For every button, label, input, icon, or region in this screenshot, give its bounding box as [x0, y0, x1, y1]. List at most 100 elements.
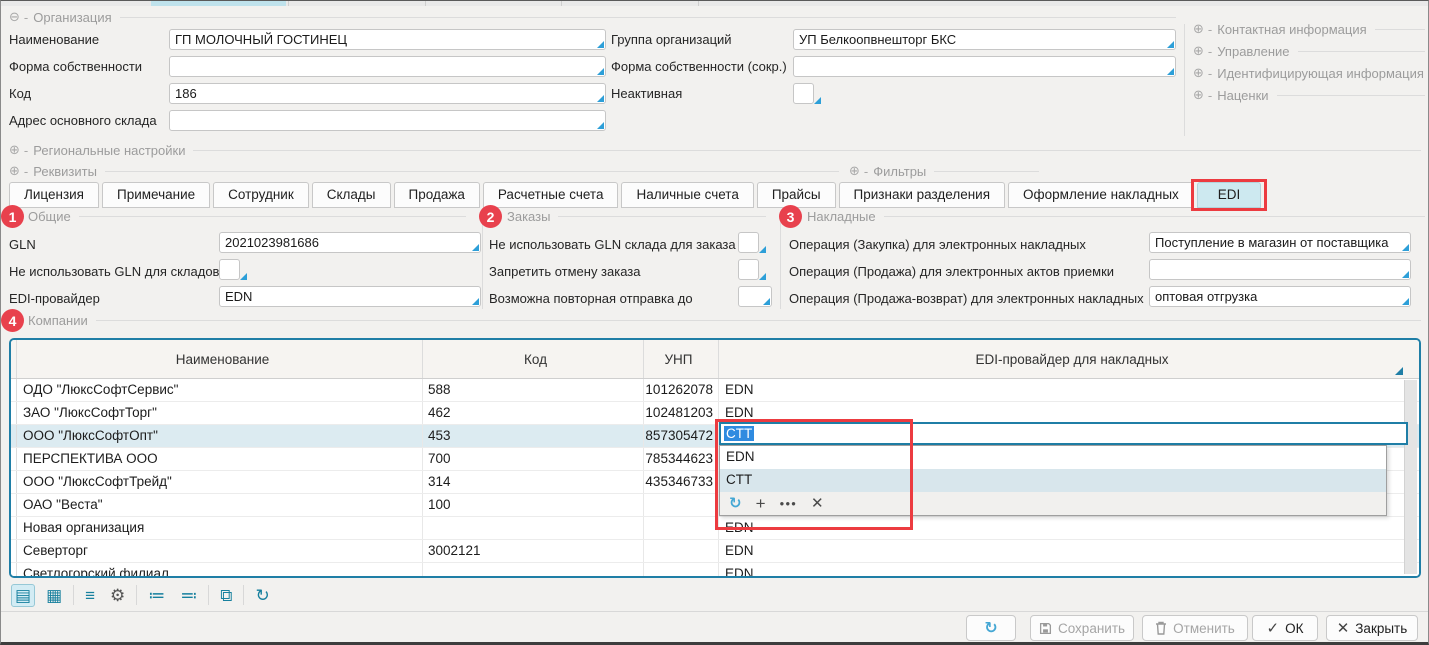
- cell-edi-provider[interactable]: EDN: [719, 379, 1419, 401]
- add-icon[interactable]: +: [756, 495, 766, 512]
- more-icon[interactable]: ●●●: [780, 500, 798, 508]
- no-gln-checkbox[interactable]: [219, 259, 240, 280]
- list-view-icon[interactable]: ▤: [11, 584, 35, 607]
- add-to-list-icon[interactable]: ≕: [176, 584, 201, 607]
- cell-unp[interactable]: [644, 563, 719, 578]
- column-header-name[interactable]: Наименование: [17, 340, 423, 378]
- deny-cancel-checkbox[interactable]: [738, 259, 759, 280]
- ok-button[interactable]: ✓ ОК: [1252, 615, 1318, 641]
- reload-icon[interactable]: ↻: [251, 584, 273, 607]
- side-section-identification[interactable]: ⊕ - Идентифицирующая информация: [1193, 65, 1425, 81]
- tab-invoice-layout[interactable]: Оформление накладных: [1008, 182, 1194, 208]
- cell-unp[interactable]: 102481203: [644, 402, 719, 424]
- expand-icon[interactable]: ⊕: [1193, 43, 1204, 59]
- cell-unp[interactable]: 857305472: [644, 425, 719, 447]
- ownership-short-field[interactable]: [793, 56, 1176, 77]
- expand-icon[interactable]: ⊕: [849, 163, 860, 179]
- cell-name[interactable]: ООО "ЛюксСофтТрейд": [17, 471, 423, 493]
- expand-icon[interactable]: ⊕: [9, 142, 20, 158]
- cell-name[interactable]: ОАО "Веста": [17, 494, 423, 516]
- cell-unp[interactable]: 101262078: [644, 379, 719, 401]
- open-external-icon[interactable]: ⧉: [216, 584, 236, 607]
- section-header-regional[interactable]: ⊕ - Региональные настройки: [9, 142, 1421, 158]
- cell-name[interactable]: ОДО "ЛюксСофтСервис": [17, 379, 423, 401]
- section-header-filters[interactable]: ⊕ - Фильтры: [849, 163, 1039, 179]
- tab-bank-accounts[interactable]: Расчетные счета: [483, 182, 619, 208]
- cancel-button[interactable]: Отменить: [1142, 615, 1248, 641]
- save-button[interactable]: Сохранить: [1030, 615, 1134, 641]
- cell-unp[interactable]: [644, 517, 719, 539]
- filter-icon[interactable]: ≡: [81, 584, 99, 607]
- tab-cash-accounts[interactable]: Наличные счета: [621, 182, 753, 208]
- gln-field[interactable]: 2021023981686: [219, 232, 481, 253]
- cell-code[interactable]: 588: [423, 379, 644, 401]
- tab-warehouses[interactable]: Склады: [312, 182, 391, 208]
- side-section-management[interactable]: ⊕ - Управление: [1193, 43, 1425, 59]
- grid-view-icon[interactable]: ▦: [42, 584, 66, 607]
- code-field[interactable]: 186: [169, 83, 606, 104]
- tab-edi[interactable]: EDI: [1197, 182, 1262, 208]
- cell-edi-provider[interactable]: EDN: [719, 402, 1419, 424]
- refresh-button[interactable]: ↻: [966, 615, 1016, 641]
- tab-employee[interactable]: Сотрудник: [213, 182, 309, 208]
- cell-edi-provider[interactable]: EDN: [719, 540, 1419, 562]
- tab-pricelists[interactable]: Прайсы: [757, 182, 836, 208]
- group-field[interactable]: УП Белкоопвнешторг БКС: [793, 29, 1176, 50]
- cell-unp[interactable]: [644, 494, 719, 516]
- table-row[interactable]: Светлогорский филиал EDN: [11, 563, 1419, 578]
- cell-name[interactable]: ООО "ЛюксСофтОпт": [17, 425, 423, 447]
- cell-unp[interactable]: 785344623: [644, 448, 719, 470]
- column-header-edi-provider[interactable]: EDI-провайдер для накладных: [719, 340, 1419, 378]
- resend-until-field[interactable]: [738, 286, 772, 307]
- table-row[interactable]: Северторг 3002121 EDN: [11, 540, 1419, 563]
- dropdown-option-edn[interactable]: EDN: [720, 446, 1386, 469]
- refresh-icon[interactable]: ↻: [729, 496, 742, 511]
- tab-note[interactable]: Примечание: [102, 182, 210, 208]
- collapse-icon[interactable]: ⊖: [9, 9, 20, 25]
- edi-provider-field[interactable]: EDN: [219, 286, 481, 307]
- purchase-op-field[interactable]: Поступление в магазин от поставщика: [1149, 232, 1411, 253]
- cell-name[interactable]: Новая организация: [17, 517, 423, 539]
- name-field[interactable]: ГП МОЛОЧНЫЙ ГОСТИНЕЦ: [169, 29, 606, 50]
- expand-icon[interactable]: ⊕: [1193, 65, 1204, 81]
- cell-unp[interactable]: [644, 540, 719, 562]
- tab-separation-flags[interactable]: Признаки разделения: [839, 182, 1006, 208]
- column-header-unp[interactable]: УНП: [644, 340, 719, 378]
- sale-op-field[interactable]: [1149, 259, 1411, 280]
- side-section-markups[interactable]: ⊕ - Наценки: [1193, 87, 1425, 103]
- cell-name[interactable]: Северторг: [17, 540, 423, 562]
- cell-edi-provider[interactable]: EDN: [719, 563, 1419, 578]
- cell-edi-provider[interactable]: EDN: [719, 517, 1419, 539]
- address-field[interactable]: [169, 110, 606, 131]
- return-op-field[interactable]: оптовая отгрузка: [1149, 286, 1411, 307]
- cell-code[interactable]: [423, 563, 644, 578]
- table-vertical-scrollbar[interactable]: [1404, 380, 1417, 574]
- settings-gear-icon[interactable]: ⚙: [106, 584, 129, 607]
- close-button[interactable]: ✕ Закрыть: [1326, 615, 1418, 641]
- cell-name[interactable]: ЗАО "ЛюксСофтТорг": [17, 402, 423, 424]
- expand-icon[interactable]: ⊕: [1193, 21, 1204, 37]
- table-row[interactable]: ОДО "ЛюксСофтСервис" 588 101262078 EDN: [11, 379, 1419, 402]
- inactive-checkbox[interactable]: [793, 83, 814, 104]
- table-row[interactable]: Новая организация EDN: [11, 517, 1419, 540]
- cell-code[interactable]: 100: [423, 494, 644, 516]
- side-section-contacts[interactable]: ⊕ - Контактная информация: [1193, 21, 1425, 37]
- dropdown-option-ctt[interactable]: CTT: [720, 469, 1386, 492]
- section-header-rekvizity[interactable]: ⊕ - Реквизиты: [9, 163, 839, 179]
- ownership-field[interactable]: [169, 56, 606, 77]
- expand-icon[interactable]: ⊕: [1193, 87, 1204, 103]
- cell-unp[interactable]: 435346733: [644, 471, 719, 493]
- cell-code[interactable]: 3002121: [423, 540, 644, 562]
- cell-code[interactable]: 314: [423, 471, 644, 493]
- cell-code[interactable]: 462: [423, 402, 644, 424]
- tab-license[interactable]: Лицензия: [9, 182, 99, 208]
- numbered-list-icon[interactable]: ≔: [144, 584, 169, 607]
- cell-name[interactable]: Светлогорский филиал: [17, 563, 423, 578]
- cell-name[interactable]: ПЕРСПЕКТИВА ООО: [17, 448, 423, 470]
- cell-code[interactable]: 700: [423, 448, 644, 470]
- no-gln-order-checkbox[interactable]: [738, 232, 759, 253]
- expand-icon[interactable]: ⊕: [9, 163, 20, 179]
- cell-code[interactable]: [423, 517, 644, 539]
- tab-sales[interactable]: Продажа: [394, 182, 480, 208]
- delete-icon[interactable]: ✕: [811, 496, 824, 511]
